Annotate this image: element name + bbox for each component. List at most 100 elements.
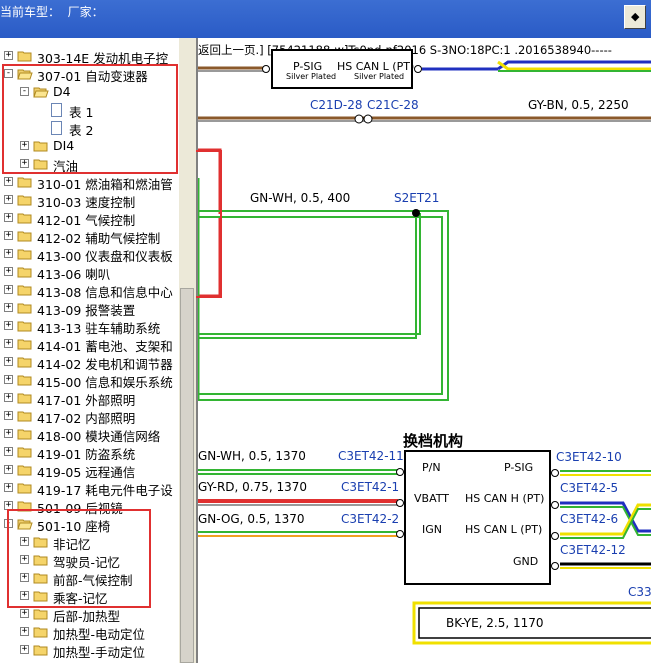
folder-icon: [17, 339, 32, 350]
restore-icon: ◆: [631, 10, 640, 23]
module-pin-left: IGN: [422, 523, 442, 536]
wiring-diagram-canvas: 返回上一页.] [75421188-w]Ts0pd-nf2016 S-3NO:1…: [198, 38, 651, 645]
expand-icon[interactable]: +: [4, 339, 13, 348]
folder-icon: [17, 393, 32, 404]
expand-icon[interactable]: +: [4, 285, 13, 294]
module-pin-right: P-SIG: [504, 461, 533, 474]
module-pin-left: VBATT: [414, 492, 449, 505]
connector-pin: [262, 65, 270, 73]
folder-icon: [17, 285, 32, 296]
tree-item[interactable]: +417-01 外部照明: [0, 389, 179, 408]
folder-icon: [17, 249, 32, 260]
expand-icon[interactable]: +: [20, 609, 29, 618]
connector-label-c21d: C21D-28: [310, 98, 363, 112]
splice-label-s2et21: S2ET21: [394, 191, 439, 205]
connector-label-c21c: C21C-28: [367, 98, 419, 112]
expand-icon[interactable]: +: [4, 267, 13, 276]
inline-connector: [354, 114, 364, 124]
wire-label-gy-rd: GY-RD, 0.75, 1370: [198, 480, 307, 494]
expand-icon[interactable]: +: [4, 195, 13, 204]
expand-icon[interactable]: +: [4, 177, 13, 186]
folder-icon: [17, 465, 32, 476]
folder-icon: [33, 627, 48, 638]
expand-icon[interactable]: +: [4, 411, 13, 420]
tree-item[interactable]: +419-05 远程通信: [0, 461, 179, 480]
expand-icon[interactable]: +: [20, 645, 29, 654]
connector-label-left: C3ET42-1: [341, 480, 399, 494]
expand-icon[interactable]: +: [4, 231, 13, 240]
folder-icon: [33, 645, 48, 656]
tree-item[interactable]: +419-01 防盗系统: [0, 443, 179, 462]
tree-item[interactable]: +413-08 信息和信息中心: [0, 281, 179, 300]
connector-pin: [396, 499, 404, 507]
expand-icon[interactable]: +: [20, 627, 29, 636]
highlight-box-diagram: [196, 150, 222, 298]
tree-item[interactable]: +310-01 燃油箱和燃油管: [0, 173, 179, 192]
tree-item[interactable]: +413-06 喇叭: [0, 263, 179, 282]
module-pin-left: P/N: [422, 461, 441, 474]
vehicle-info: 当前车型： 厂家：: [0, 5, 104, 19]
tree-item[interactable]: + 加热型-电动定位: [0, 623, 179, 642]
folder-icon: [17, 177, 32, 188]
tree-item[interactable]: + 加热型-手动定位: [0, 641, 179, 660]
tree-item[interactable]: +415-00 信息和娱乐系统: [0, 371, 179, 390]
tree-item[interactable]: +414-02 发电机和调节器: [0, 353, 179, 372]
wire-gn-wh-outer: [198, 210, 449, 401]
connector-pin: [551, 501, 559, 509]
connector-pin: [551, 469, 559, 477]
folder-icon: [17, 411, 32, 422]
expand-icon[interactable]: +: [4, 393, 13, 402]
tree-item[interactable]: +412-01 气候控制: [0, 209, 179, 228]
wire-label-gn-wh-400: GN-WH, 0.5, 400: [250, 191, 350, 205]
expand-icon[interactable]: +: [4, 429, 13, 438]
module-title: 换档机构: [403, 432, 463, 450]
tree-item[interactable]: +413-09 报警装置: [0, 299, 179, 318]
wire-gn-wh-stripe: [198, 214, 445, 397]
wire-label-bk-ye: BK-YE, 2.5, 1170: [446, 616, 544, 630]
highlight-box-307-01: [2, 64, 178, 174]
folder-icon: [33, 609, 48, 620]
tree-item[interactable]: +414-01 蓄电池、支架和: [0, 335, 179, 354]
connector-label-left: C3ET42-11: [338, 449, 404, 463]
tree-item[interactable]: +413-00 仪表盘和仪表板: [0, 245, 179, 264]
expand-icon[interactable]: +: [4, 303, 13, 312]
inline-connector: [363, 114, 373, 124]
expand-icon[interactable]: +: [4, 447, 13, 456]
tree-item[interactable]: +417-02 内部照明: [0, 407, 179, 426]
splice-point: [412, 209, 420, 217]
restore-button[interactable]: ◆: [624, 5, 646, 29]
tree-item[interactable]: +412-02 辅助气候控制: [0, 227, 179, 246]
folder-icon: [17, 213, 32, 224]
module-pin-right: HS CAN L (PT): [465, 523, 542, 536]
tree-scrollbar[interactable]: [179, 38, 196, 663]
wire-label-gy-bn: GY-BN, 0.5, 2250: [528, 98, 629, 112]
expand-icon[interactable]: +: [4, 51, 13, 60]
tree-item[interactable]: +303-14E 发动机电子控: [0, 47, 179, 66]
expand-icon[interactable]: +: [4, 465, 13, 474]
connector-pin: [551, 532, 559, 540]
folder-icon: [17, 483, 32, 494]
connector-label-right: C3ET42-5: [560, 481, 618, 495]
expand-icon[interactable]: +: [4, 249, 13, 258]
expand-icon[interactable]: +: [4, 357, 13, 366]
folder-icon: [17, 429, 32, 440]
expand-icon[interactable]: +: [4, 213, 13, 222]
module-pin-right: HS CAN H (PT): [465, 492, 544, 505]
connector-label-right: C3ET42-10: [556, 450, 622, 464]
scrollbar-thumb[interactable]: [180, 288, 194, 663]
wire-gn-wh-branch: [198, 213, 421, 335]
tree-item[interactable]: +418-00 模块通信网络: [0, 425, 179, 444]
tree-item[interactable]: +413-13 驻车辅助系统: [0, 317, 179, 336]
expand-icon[interactable]: +: [4, 375, 13, 384]
module-pin-right: GND: [513, 555, 538, 568]
connector-label-edge: C33: [628, 585, 651, 599]
expand-icon[interactable]: +: [4, 483, 13, 492]
tree-item[interactable]: +310-03 速度控制: [0, 191, 179, 210]
wire-label-gn-wh-1370: GN-WH, 0.5, 1370: [198, 449, 306, 463]
wiring-diagram[interactable]: 返回上一页.] [75421188-w]Ts0pd-nf2016 S-3NO:1…: [198, 38, 651, 663]
tree-item[interactable]: +419-17 耗电元件电子设: [0, 479, 179, 498]
wire-gn-wh-inner: [198, 216, 443, 395]
folder-icon: [17, 51, 32, 62]
title-bar: 当前车型： 厂家： ◆: [0, 0, 651, 38]
expand-icon[interactable]: +: [4, 321, 13, 330]
